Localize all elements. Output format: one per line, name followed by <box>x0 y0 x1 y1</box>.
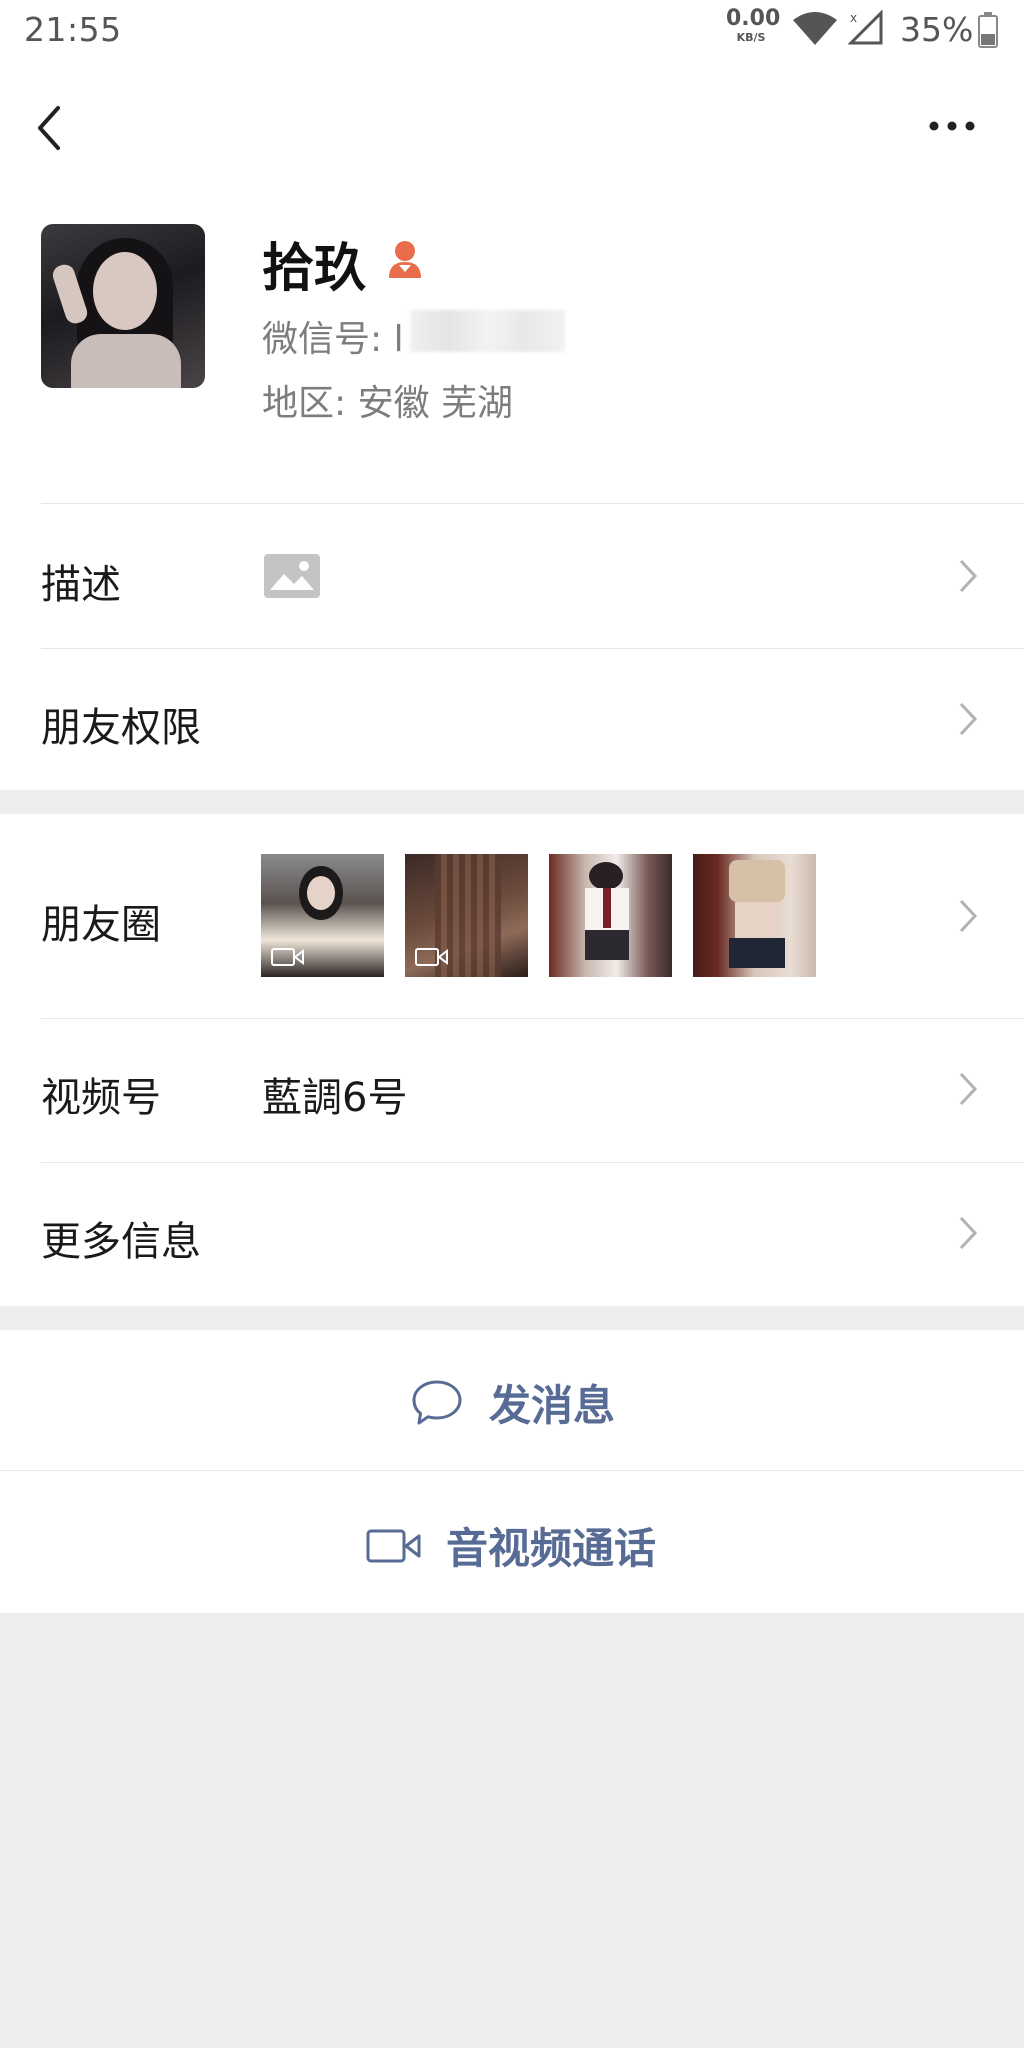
chevron-right-icon <box>959 1216 978 1250</box>
chat-bubble-icon <box>412 1380 462 1424</box>
battery-percent: 35% <box>900 10 974 49</box>
chevron-right-icon <box>959 559 978 593</box>
moments-thumbnail[interactable] <box>405 854 528 977</box>
video-camera-icon <box>366 1529 421 1562</box>
cellular-signal-icon: x <box>848 10 883 45</box>
channels-label: 视频号 <box>41 1075 161 1121</box>
wechat-id-label: 微信号: l <box>262 319 404 360</box>
wechat-id-redacted <box>410 310 565 352</box>
status-time: 21:55 <box>24 10 122 49</box>
back-arrow-icon[interactable] <box>32 98 68 158</box>
network-speed-value: 0.00 <box>726 6 781 31</box>
status-bar: 21:55 0.00 KB/S x 35% <box>0 0 1024 58</box>
chevron-right-icon <box>959 1072 978 1106</box>
more-options-icon[interactable] <box>924 114 980 138</box>
more-info-row[interactable]: 更多信息 <box>0 1163 1024 1306</box>
moments-thumbnail[interactable] <box>693 854 816 977</box>
svg-text:x: x <box>850 11 857 25</box>
channels-row[interactable]: 视频号 藍調6号 <box>0 1019 1024 1162</box>
video-call-label: 音视频通话 <box>446 1524 657 1573</box>
description-label: 描述 <box>41 562 121 608</box>
wifi-icon <box>793 12 837 45</box>
video-icon <box>415 948 448 966</box>
moments-thumbnail[interactable] <box>549 854 672 977</box>
send-message-button[interactable]: 发消息 <box>0 1330 1024 1470</box>
channels-value: 藍調6号 <box>262 1075 408 1121</box>
network-speed: 0.00 KB/S <box>726 6 781 44</box>
moments-thumbnail[interactable] <box>261 854 384 977</box>
region: 地区: 安徽 芜湖 <box>262 383 514 424</box>
avatar[interactable] <box>41 224 205 388</box>
image-icon <box>264 554 320 598</box>
friend-permissions-label: 朋友权限 <box>41 705 201 751</box>
more-info-label: 更多信息 <box>41 1219 201 1265</box>
battery-icon <box>978 12 998 48</box>
network-speed-unit: KB/S <box>736 31 766 44</box>
friend-permissions-row[interactable]: 朋友权限 <box>0 649 1024 790</box>
female-gender-icon <box>389 241 421 278</box>
description-row[interactable]: 描述 <box>0 504 1024 648</box>
chevron-right-icon <box>959 899 978 933</box>
video-call-button[interactable]: 音视频通话 <box>0 1471 1024 1613</box>
chevron-right-icon <box>959 702 978 736</box>
moments-label: 朋友圈 <box>41 902 161 948</box>
nickname: 拾玖 <box>262 239 367 299</box>
video-icon <box>271 948 304 966</box>
profile-panel: 拾玖 微信号: l 地区: 安徽 芜湖 描述 朋友权限 <box>0 58 1024 790</box>
send-message-label: 发消息 <box>489 1381 616 1430</box>
